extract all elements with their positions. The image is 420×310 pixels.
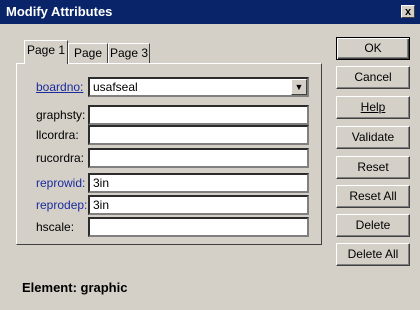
boardno-value: usafseal <box>93 80 138 94</box>
close-icon: x <box>404 6 412 18</box>
element-status-label: Element: graphic <box>22 280 128 295</box>
hscale-label: hscale: <box>36 220 75 234</box>
reset-all-button[interactable]: Reset All <box>336 185 410 208</box>
graphsty-field[interactable] <box>88 105 309 125</box>
tab-page-2[interactable]: Page 2 <box>68 43 108 78</box>
modify-attributes-dialog: Modify Attributes x Page 1 Page 2 Page 3… <box>0 0 420 310</box>
tab-page-1[interactable]: Page 1 <box>24 40 68 64</box>
cancel-button[interactable]: Cancel <box>336 66 410 89</box>
llcordra-label: llcordra: <box>36 128 79 142</box>
boardno-dropdown-button[interactable]: ▼ <box>291 79 307 95</box>
reprowid-field[interactable]: 3in <box>88 173 309 193</box>
close-button[interactable]: x <box>401 5 415 18</box>
help-button[interactable]: Help <box>336 96 410 119</box>
graphsty-label: graphsty: <box>36 108 86 122</box>
reprowid-label: reprowid: <box>36 176 86 190</box>
llcordra-field[interactable] <box>88 125 309 145</box>
boardno-select[interactable]: usafseal ▼ <box>88 77 309 97</box>
hscale-field[interactable] <box>88 217 309 237</box>
rucordra-field[interactable] <box>88 148 309 168</box>
ok-button[interactable]: OK <box>336 37 410 60</box>
chevron-down-icon: ▼ <box>294 82 304 92</box>
window-title: Modify Attributes <box>6 4 113 19</box>
delete-all-button[interactable]: Delete All <box>336 243 410 266</box>
tab-page-3[interactable]: Page 3 <box>108 43 150 63</box>
boardno-label-link[interactable]: boardno: <box>36 78 83 96</box>
reset-button[interactable]: Reset <box>336 156 410 179</box>
validate-button[interactable]: Validate <box>336 126 410 149</box>
title-bar: Modify Attributes x <box>0 0 420 24</box>
reprodep-field[interactable]: 3in <box>88 195 309 215</box>
delete-button[interactable]: Delete <box>336 214 410 237</box>
reprodep-label: reprodep: <box>36 198 88 212</box>
rucordra-label: rucordra: <box>36 151 85 165</box>
